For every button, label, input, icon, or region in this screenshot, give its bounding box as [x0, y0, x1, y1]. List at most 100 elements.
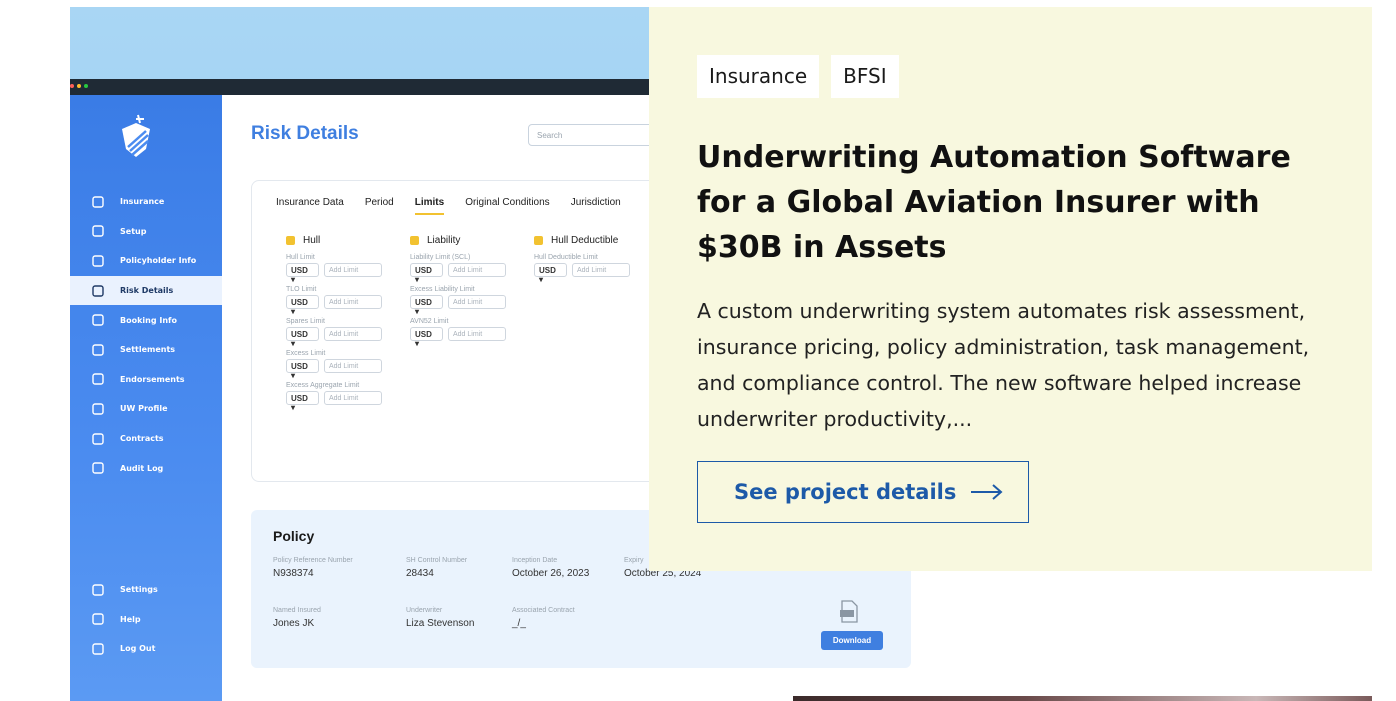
limit-field: Excess Limit USD ▾ Add Limit: [286, 350, 406, 380]
currency-select[interactable]: USD ▾: [534, 263, 567, 284]
field-label: Hull Limit: [286, 254, 315, 261]
sidebar-item-insurance[interactable]: Insurance: [70, 187, 222, 217]
limit-column: Hull Hull Limit USD ▾ Add Limit TLO Limit USD…: [286, 235, 406, 414]
limit-input[interactable]: Add Limit: [448, 263, 506, 277]
currency-select[interactable]: USD ▾: [286, 327, 319, 348]
sidebar-item-contracts[interactable]: Contracts: [70, 424, 222, 454]
policy-field: Policy Reference Number N938374: [273, 557, 353, 579]
sidebar-item-setup[interactable]: Setup: [70, 217, 222, 247]
calendar-icon: [90, 312, 106, 328]
sidebar-item-label: Settings: [120, 585, 158, 595]
case-study-title: Underwriting Automation Software for a G…: [697, 140, 1291, 265]
search-input[interactable]: Search: [528, 124, 658, 146]
field-label: Liability Limit (SCL): [410, 254, 471, 261]
warning-icon: [90, 283, 106, 299]
tag-insurance[interactable]: Insurance: [697, 55, 820, 98]
column-header[interactable]: Hull: [286, 235, 406, 246]
field-label: Spares Limit: [286, 318, 325, 325]
field-label: TLO Limit: [286, 286, 317, 293]
case-study-description: A custom underwriting system automates r…: [697, 299, 1310, 431]
sidebar-nav: Insurance Setup Policyholder Info Risk Deta…: [70, 187, 222, 483]
pdf-icon: [840, 600, 858, 623]
policy-field: Named Insured Jones JK: [273, 607, 321, 629]
limit-field: Hull Limit USD ▾ Add Limit: [286, 254, 406, 284]
currency-select[interactable]: USD ▾: [286, 295, 319, 316]
log-icon: [90, 460, 106, 476]
checkbox-icon[interactable]: [286, 236, 295, 245]
checkbox-icon[interactable]: [410, 236, 419, 245]
policy-field-value: Jones JK: [273, 618, 315, 629]
next-card-image-edge: [793, 696, 1372, 701]
policy-field-label: Named Insured: [273, 607, 321, 614]
case-study-panel: Insurance BFSI Underwriting Automation S…: [649, 7, 1372, 571]
limit-input[interactable]: Add Limit: [448, 295, 506, 309]
tab-bar: Insurance Data Period Limits Original Condi…: [276, 197, 642, 215]
contract-icon: [90, 431, 106, 447]
limit-input[interactable]: Add Limit: [324, 391, 382, 405]
umbrella-icon: [90, 194, 106, 210]
limit-input[interactable]: Add Limit: [448, 327, 506, 341]
tag-bfsi[interactable]: BFSI: [831, 55, 899, 98]
sidebar-item-audit-log[interactable]: Audit Log: [70, 453, 222, 483]
currency-select[interactable]: USD ▾: [286, 391, 319, 412]
sliders-icon: [90, 223, 106, 239]
sidebar-item-booking-info[interactable]: Booking Info: [70, 305, 222, 335]
help-icon: [90, 611, 106, 627]
column-title: Hull Deductible: [551, 235, 619, 246]
sidebar-item-label: Contracts: [120, 434, 164, 444]
column-header[interactable]: Hull Deductible: [534, 235, 654, 246]
sidebar-item-settlements[interactable]: Settlements: [70, 335, 222, 365]
currency-select[interactable]: USD ▾: [286, 263, 319, 284]
sidebar-item-uw-profile[interactable]: UW Profile: [70, 394, 222, 424]
column-title: Hull: [303, 235, 321, 246]
currency-select[interactable]: USD ▾: [410, 295, 443, 316]
see-project-details-button[interactable]: See project details: [697, 461, 1029, 523]
limit-input[interactable]: Add Limit: [324, 359, 382, 373]
sidebar-item-label: Settlements: [120, 345, 176, 355]
field-label: Excess Limit: [286, 350, 326, 357]
sidebar-item-risk-details[interactable]: Risk Details: [70, 275, 222, 306]
column-header[interactable]: Liability: [410, 235, 530, 246]
sidebar-item-label: Insurance: [120, 197, 165, 207]
currency-select[interactable]: USD ▾: [286, 359, 319, 380]
gear-icon: [90, 582, 106, 598]
user-icon: [90, 401, 106, 417]
limit-field: TLO Limit USD ▾ Add Limit: [286, 286, 406, 316]
limit-input[interactable]: Add Limit: [324, 263, 382, 277]
tab-period[interactable]: Period: [365, 197, 394, 215]
policy-title: Policy: [273, 528, 315, 544]
settlement-icon: [90, 342, 106, 358]
sidebar-item-label: Risk Details: [120, 286, 174, 296]
sidebar-item-label: Help: [120, 614, 141, 624]
currency-select[interactable]: USD ▾: [410, 263, 443, 284]
tab-insurance-data[interactable]: Insurance Data: [276, 197, 344, 215]
policy-field-value: N938374: [273, 568, 314, 579]
policy-field-value: 28434: [406, 568, 434, 579]
checkbox-icon[interactable]: [534, 236, 543, 245]
limit-input[interactable]: Add Limit: [572, 263, 630, 277]
limit-input[interactable]: Add Limit: [324, 295, 382, 309]
limit-input[interactable]: Add Limit: [324, 327, 382, 341]
sidebar-item-label: Policyholder Info: [120, 256, 197, 266]
policy-field: Associated Contract _/_: [512, 607, 575, 629]
sidebar-item-policyholder-info[interactable]: Policyholder Info: [70, 246, 222, 276]
sidebar-item-settings[interactable]: Settings: [70, 575, 222, 605]
tab-jurisdiction[interactable]: Jurisdiction: [571, 197, 621, 215]
sidebar-item-help[interactable]: Help: [70, 605, 222, 635]
limit-column: Hull Deductible Hull Deductible Limit USD …: [534, 235, 654, 286]
sidebar-item-label: Booking Info: [120, 315, 178, 325]
tag-list: Insurance BFSI: [697, 55, 899, 98]
sidebar-item-log-out[interactable]: Log Out: [70, 634, 222, 664]
download-button[interactable]: Download: [821, 631, 883, 650]
sidebar-item-label: Setup: [120, 226, 147, 236]
policy-field-label: Underwriter: [406, 607, 443, 614]
policy-field-value: Liza Stevenson: [406, 618, 475, 629]
policy-field: Underwriter Liza Stevenson: [406, 607, 474, 629]
policy-field: Inception Date October 26, 2023: [512, 557, 589, 579]
sidebar-nav-bottom: Settings Help Log Out: [70, 575, 222, 664]
sidebar-item-endorsements[interactable]: Endorsements: [70, 365, 222, 395]
currency-select[interactable]: USD ▾: [410, 327, 443, 348]
sidebar-item-label: UW Profile: [120, 404, 168, 414]
tab-limits[interactable]: Limits: [414, 197, 445, 215]
tab-original-conditions[interactable]: Original Conditions: [465, 197, 550, 215]
